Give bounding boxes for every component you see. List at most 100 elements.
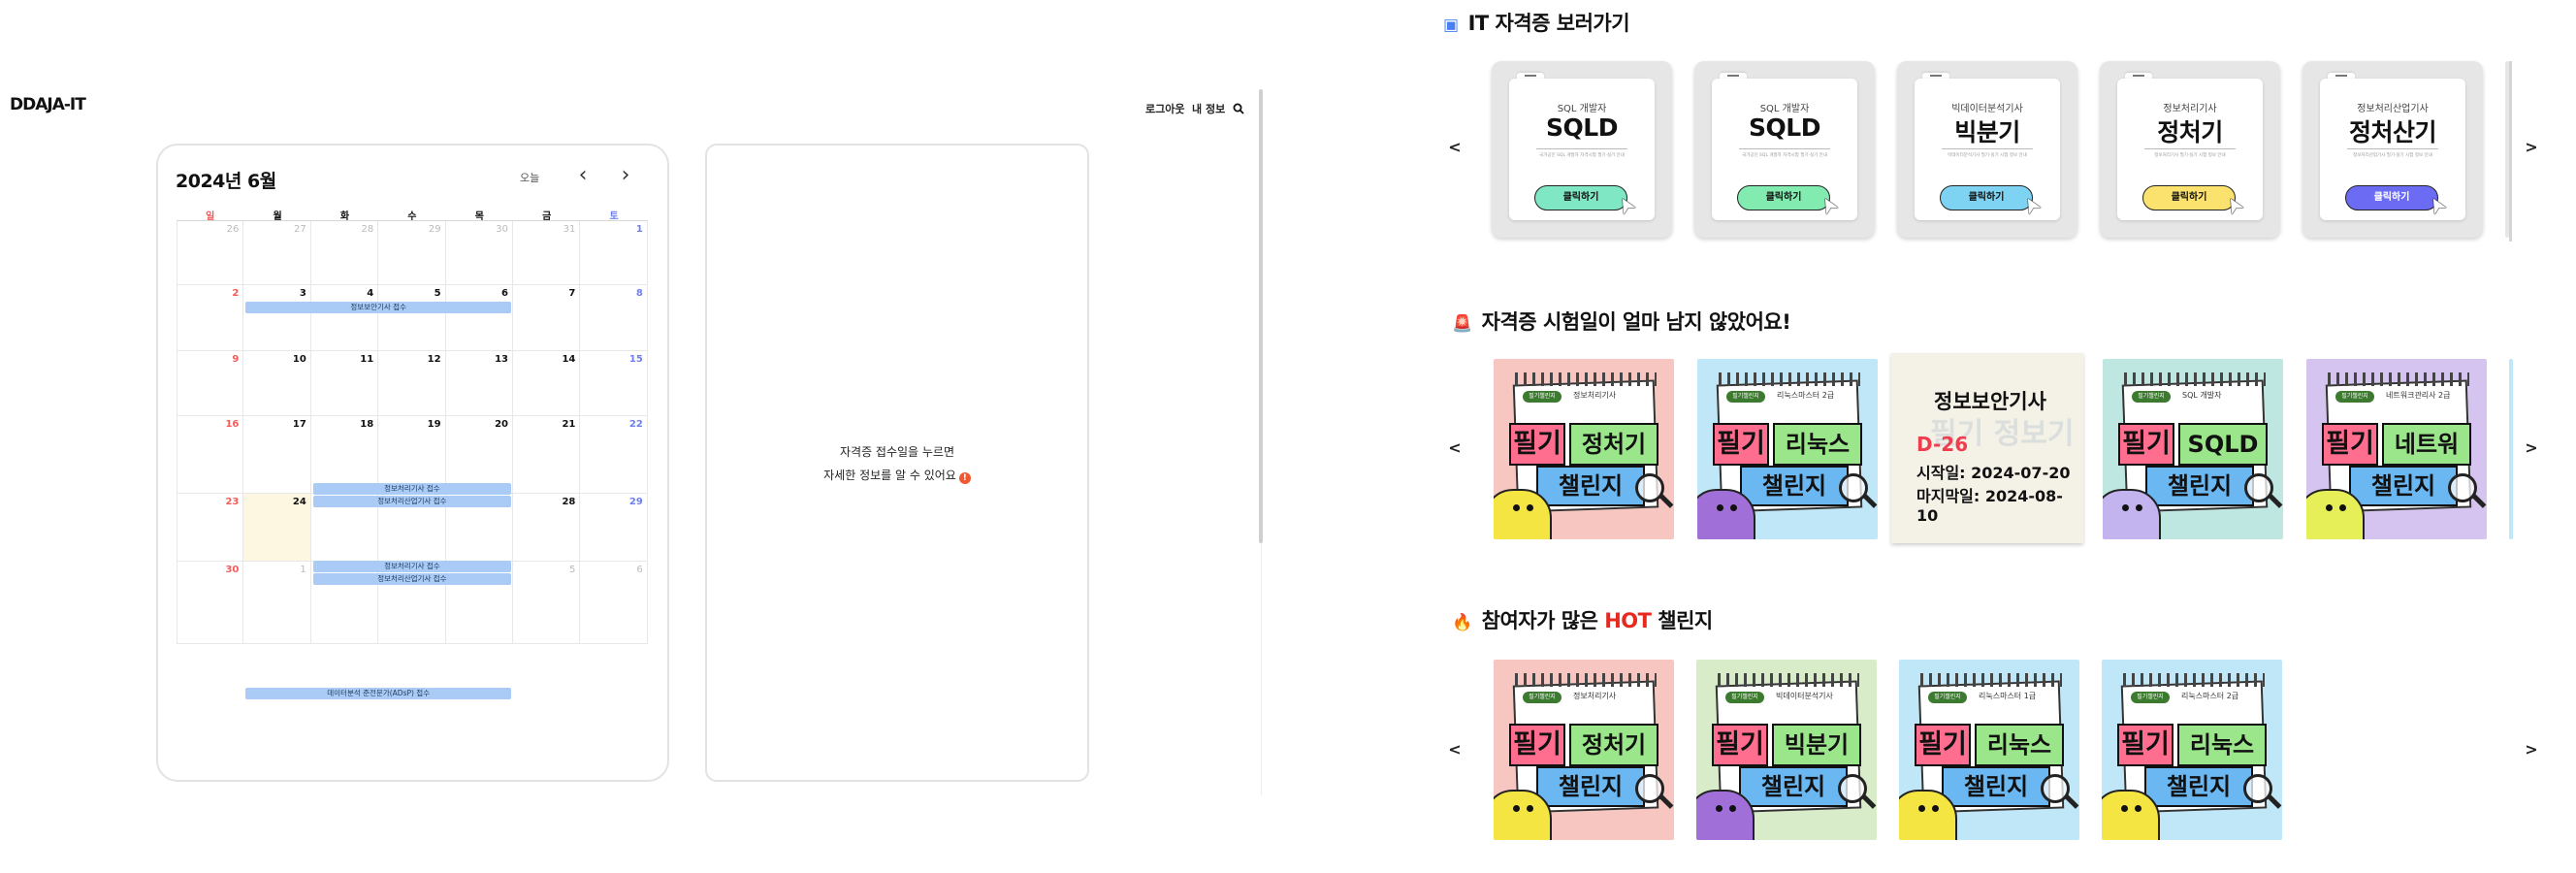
calendar-day-cell[interactable]: 3	[243, 285, 311, 351]
cert-paper: 빅데이터분석기사 빅분기 빅데이터분석기사 필기·실기 시험 정보 안내 클릭하기 ➤	[1915, 79, 2060, 220]
challenge-badge: 필기챌린지	[2132, 391, 2171, 403]
calendar-day-cell[interactable]: 6	[445, 285, 513, 351]
calendar-day-cell[interactable]: 30	[445, 221, 513, 285]
hot-title-pre: 참여자가 많은	[1481, 609, 1598, 632]
calendar-day-cell[interactable]: 11	[310, 351, 379, 416]
logo[interactable]: DDAJA-IT	[10, 95, 86, 114]
mascot-icon	[2306, 489, 2365, 539]
cert-prev-arrow[interactable]: <	[1445, 138, 1465, 156]
mascot-icon	[2103, 489, 2161, 539]
magnifier-handle	[2471, 494, 2487, 508]
calendar-day-cell[interactable]: 21	[513, 416, 581, 494]
logout-link[interactable]: 로그아웃	[1145, 101, 1184, 116]
mascot-eye	[1527, 504, 1533, 511]
cert-next-arrow[interactable]: >	[2522, 138, 2541, 156]
challenge-card[interactable]: 필기챌린지 리눅스마스터 2급 필기 리눅스 챌린지	[1697, 359, 1878, 539]
challenge-label-subject: 리눅스	[1975, 724, 2064, 766]
cert-card[interactable]: SQL 개발자 SQLD 국가공인 SQL 개발자 자격시험 필기·실기 안내 클릭하…	[1694, 61, 1875, 238]
scrollbar[interactable]	[1259, 89, 1263, 543]
weekday-label: 금	[513, 208, 581, 222]
calendar-day-cell[interactable]: 13	[445, 351, 513, 416]
calendar-day-number: 28	[361, 224, 374, 235]
mascot-eye	[1527, 805, 1533, 812]
calendar-day-cell[interactable]: 23	[177, 494, 244, 562]
my-info-link[interactable]: 내 정보	[1192, 101, 1225, 116]
notebook-rings-icon	[1515, 673, 1657, 687]
dday-card[interactable]: 필기 정보기 정보보안기사 D-26 시작일: 2024-07-20 마지막일: 202…	[1891, 353, 2083, 543]
search-icon[interactable]	[1233, 100, 1244, 118]
calendar-day-number: 30	[496, 224, 508, 235]
calendar-day-cell[interactable]: 1	[580, 221, 648, 285]
calendar-day-cell[interactable]: 22	[580, 416, 648, 494]
cert-name: SQLD	[1546, 113, 1618, 142]
calendar-day-cell[interactable]: 18	[310, 416, 379, 494]
calendar-day-cell[interactable]: 27	[243, 221, 311, 285]
challenge-card[interactable]: 필기챌린지 정보처리기사 필기 정처기 챌린지	[1494, 660, 1674, 840]
cert-card[interactable]: 빅데이터분석기사 빅분기 빅데이터분석기사 필기·실기 시험 정보 안내 클릭하기 ➤	[1897, 61, 2077, 238]
calendar-day-cell[interactable]: 8	[580, 285, 648, 351]
magnifier-handle	[1658, 494, 1674, 508]
today-button[interactable]: 오늘	[520, 170, 539, 185]
calendar-day-cell[interactable]: 1	[243, 562, 311, 644]
calendar-day-cell[interactable]: 24	[243, 494, 311, 562]
challenge-category: 리눅스마스터 1급	[1979, 692, 2037, 700]
cert-card[interactable]: 정보처리기사 정처기 정보처리기사 필기·실기 시험 정보 안내 클릭하기 ➤	[2100, 61, 2280, 238]
hot-title-post: 챌린지	[1658, 609, 1713, 632]
calendar-day-cell[interactable]: 29	[580, 494, 648, 562]
challenge-card[interactable]: 필기챌린지 정보처리기사 필기 정처기 챌린지	[1494, 359, 1674, 539]
dday-prev-arrow[interactable]: <	[1445, 438, 1465, 457]
calendar-day-number: 1	[635, 224, 643, 235]
calendar-day-cell[interactable]: 5	[378, 285, 446, 351]
calendar-event[interactable]: 정보처리산업기사 접수	[312, 573, 511, 585]
calendar-day-cell[interactable]: 19	[378, 416, 446, 494]
mascot-eye	[2326, 504, 2333, 511]
challenge-label-challenge: 챌린지	[1536, 766, 1645, 807]
dday-end-date: 마지막일: 2024-08-10	[1916, 487, 2063, 525]
mascot-eye	[1730, 504, 1737, 511]
challenge-card[interactable]: 필기챌린지 리눅스마스터 2급 필기 리눅스 챌린지	[2102, 660, 2282, 840]
cert-card[interactable]: 정보처리산업기사 정처산기 정보처리산업기사 필기·실기 시험 정보 안내 클릭하기 ➤	[2302, 61, 2483, 238]
calendar-day-cell[interactable]: 31	[513, 221, 581, 285]
challenge-card[interactable]: 필기챌린지 리눅스마스터 1급 필기 리눅스 챌린지	[1899, 660, 2079, 840]
calendar-event[interactable]: 정보보안기사 접수	[245, 302, 511, 313]
challenge-label-pil: 필기	[2322, 423, 2378, 466]
cert-name: SQLD	[1749, 113, 1820, 142]
cert-description: 정보처리기사 필기·실기 시험 정보 안내	[2154, 153, 2226, 158]
magnifier-handle	[2268, 494, 2283, 508]
dday-countdown: D-26	[1916, 433, 1969, 456]
calendar-day-cell[interactable]: 10	[243, 351, 311, 416]
dday-next-arrow[interactable]: >	[2522, 438, 2541, 457]
calendar-event[interactable]: 정보처리기사 접수	[312, 483, 511, 495]
calendar-day-cell[interactable]: 2	[177, 285, 244, 351]
calendar-day-cell[interactable]: 5	[513, 562, 581, 644]
calendar-day-cell[interactable]: 9	[177, 351, 244, 416]
info-line-1: 자격증 접수일을 누르면	[839, 445, 955, 459]
calendar-day-cell[interactable]: 15	[580, 351, 648, 416]
calendar-event[interactable]: 정보처리기사 접수	[312, 561, 511, 572]
challenge-card[interactable]: 필기챌린지 네트워크관리사 2급필기네트워크챌린지	[2306, 359, 2487, 539]
chevron-left-icon[interactable]: ‹	[570, 163, 596, 188]
chevron-right-icon[interactable]: ›	[613, 163, 638, 188]
challenge-card[interactable]: 필기챌린지 SQL 개발자 필기 SQLD 챌린지	[2103, 359, 2283, 539]
calendar-event[interactable]: 정보처리산업기사 접수	[312, 496, 511, 507]
calendar-day-cell[interactable]: 16	[177, 416, 244, 494]
calendar-day-cell[interactable]: 29	[378, 221, 446, 285]
calendar-day-cell[interactable]: 17	[243, 416, 311, 494]
calendar-grid: 일 월 화 수 목 금 토 26 27 28 29 30 31 1 2 3 4 5 6 7 8 9 10 11 12 13 14 15…	[177, 208, 648, 760]
hot-next-arrow[interactable]: >	[2522, 740, 2541, 759]
calendar-day-cell[interactable]: 20	[445, 416, 513, 494]
calendar-day-cell[interactable]: 28	[310, 221, 379, 285]
cert-card[interactable]: SQL 개발자 SQLD 국가공인 SQL 개발자 자격시험 필기·실기 안내 클릭하…	[1492, 61, 1672, 238]
hot-prev-arrow[interactable]: <	[1445, 740, 1465, 759]
calendar-day-cell[interactable]: 14	[513, 351, 581, 416]
calendar-event[interactable]: 데이터분석 준전문가(ADsP) 접수	[245, 688, 511, 699]
calendar-day-cell[interactable]: 26	[177, 221, 244, 285]
calendar-day-number: 20	[495, 419, 508, 430]
calendar-day-cell[interactable]: 7	[513, 285, 581, 351]
challenge-card[interactable]: 필기챌린지 빅데이터분석기사 필기 빅분기 챌린지	[1696, 660, 1877, 840]
calendar-day-cell[interactable]: 4	[310, 285, 379, 351]
calendar-day-cell[interactable]: 30	[177, 562, 244, 644]
calendar-day-cell[interactable]: 28	[513, 494, 581, 562]
calendar-day-cell[interactable]: 6	[580, 562, 648, 644]
calendar-day-cell[interactable]: 12	[378, 351, 446, 416]
